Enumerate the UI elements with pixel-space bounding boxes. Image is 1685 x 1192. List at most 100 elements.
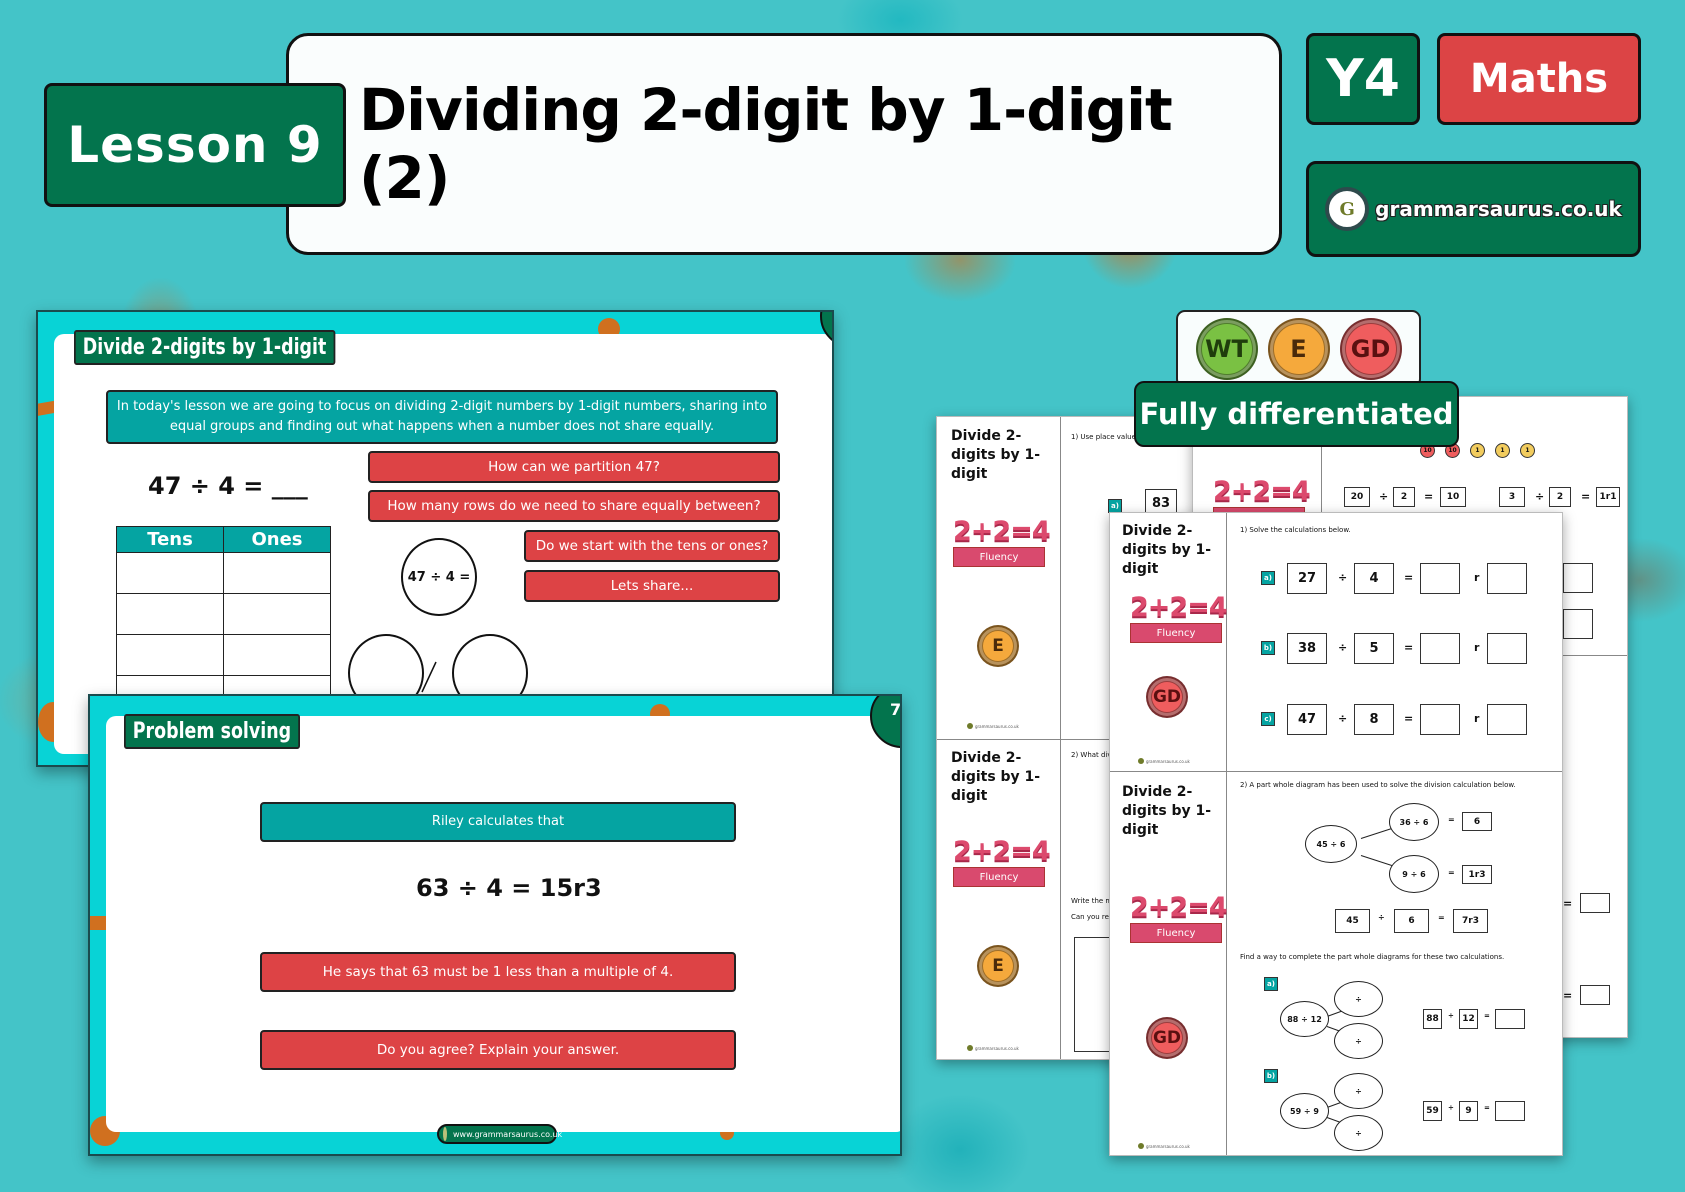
year-group-badge: Y4	[1306, 33, 1420, 125]
differentiation-levels: WT E GD	[1176, 310, 1421, 388]
table-header-ones: Ones	[223, 526, 331, 553]
divisor-box: 8	[1354, 704, 1394, 735]
quotient-box	[1420, 633, 1460, 664]
worksheet-title: Divide 2-digits by 1-digit	[951, 750, 1041, 804]
prompt-tens-or-ones: Do we start with the tens or ones?	[524, 530, 780, 562]
calc-box: 2	[1393, 487, 1415, 507]
example-part-2-answer: 1r3	[1462, 865, 1492, 884]
task-b-whole: 59 ÷ 9	[1280, 1093, 1329, 1129]
answer-box	[1580, 893, 1610, 913]
example-part-1-answer: 6	[1462, 812, 1492, 831]
question-1-text: 1) Solve the calculations below.	[1240, 526, 1351, 534]
write-prompt: Write the m	[1071, 897, 1113, 905]
slide-heading: Divide 2-digits by 1-digit	[74, 330, 336, 365]
task-b-answer	[1495, 1101, 1525, 1121]
lesson-title: Dividing 2-digit by 1-digit (2)	[359, 76, 1173, 212]
example-part-2: 9 ÷ 6	[1389, 855, 1439, 893]
worksheet-footer: grammarsaurus.co.uk	[967, 1045, 1019, 1051]
calc-box: 3	[1499, 487, 1525, 507]
table-header-tens: Tens	[116, 526, 224, 553]
calc-box: 1r1	[1596, 487, 1620, 507]
task-b-part-1: ÷	[1334, 1073, 1383, 1109]
task-a-dividend: 88	[1423, 1009, 1442, 1029]
task-a-part-1: ÷	[1334, 981, 1383, 1017]
grammarsaurus-logo-icon: G	[1325, 187, 1370, 231]
fluency-icon: 2+2=4 Fluency	[953, 837, 1051, 893]
subject-badge: Maths	[1437, 33, 1641, 125]
example-answer: 7r3	[1453, 909, 1488, 933]
worksheet-footer: grammarsaurus.co.uk	[1138, 758, 1190, 764]
level-e-badge: E	[977, 625, 1019, 667]
fluency-icon: 2+2=4 Fluency	[953, 517, 1051, 573]
can-prompt: Can you rep	[1071, 913, 1114, 921]
worksheet-title: Divide 2-digits by 1-digit	[1122, 523, 1212, 577]
table-row	[116, 552, 331, 594]
level-gd-badge: GD	[1146, 1017, 1188, 1059]
quotient-box	[1420, 704, 1460, 735]
task-a-whole: 88 ÷ 12	[1280, 1001, 1329, 1037]
question-box: Do you agree? Explain your answer.	[260, 1030, 736, 1070]
dividend-box: 38	[1287, 633, 1327, 664]
worksheet-title: Divide 2-digits by 1-digit	[951, 428, 1041, 482]
ones-counter: 1	[1520, 443, 1535, 458]
worksheet-front: Divide 2-digits by 1-digit 2+2=4 Fluency…	[1109, 512, 1563, 1156]
answer-box	[1580, 985, 1610, 1005]
site-url[interactable]: grammarsaurus.co.uk	[1375, 197, 1622, 221]
worksheet-title: Divide 2-digits by 1-digit	[1122, 784, 1212, 838]
dividend-box: 47	[1287, 704, 1327, 735]
worksheet-footer: grammarsaurus.co.uk	[1138, 1143, 1190, 1149]
task-a-divisor: 12	[1459, 1009, 1478, 1029]
slide-preview-7: 7 Problem solving Riley calculates that …	[88, 694, 902, 1156]
slide-footer-link[interactable]: www.grammarsaurus.co.uk	[437, 1124, 562, 1144]
task-b-dividend: 59	[1423, 1101, 1442, 1121]
claim-box: He says that 63 must be 1 less than a mu…	[260, 952, 736, 992]
level-gd-badge: GD	[1339, 318, 1402, 380]
place-value-table: Tens Ones	[116, 526, 331, 717]
question-tag: a)	[1108, 499, 1122, 513]
answer-box	[1563, 609, 1593, 639]
quotient-box	[1420, 563, 1460, 594]
remainder-box	[1487, 704, 1527, 735]
lesson-intro-box: In today's lesson we are going to focus …	[106, 390, 778, 444]
prompt-rows: How many rows do we need to share equall…	[368, 490, 780, 522]
fully-differentiated-banner: Fully differentiated	[1134, 381, 1459, 447]
lesson-title-card: Dividing 2-digit by 1-digit (2)	[286, 33, 1282, 255]
table-row	[116, 634, 331, 676]
division-equation: 47 ÷ 4 = ___	[148, 472, 308, 500]
question-2-text: 2) A part whole diagram has been used to…	[1240, 781, 1516, 789]
example-divisor: 6	[1394, 909, 1429, 933]
example-dividend: 45	[1335, 909, 1370, 933]
ones-counter: 1	[1495, 443, 1510, 458]
ones-counter: 1	[1470, 443, 1485, 458]
division-equation: 63 ÷ 4 = 15r3	[416, 874, 602, 902]
calc-box: 20	[1344, 487, 1370, 507]
prompt-partition: How can we partition 47?	[368, 451, 780, 483]
task-instruction: Find a way to complete the part whole di…	[1240, 953, 1505, 961]
level-e-badge: E	[1267, 318, 1330, 380]
level-e-badge: E	[977, 945, 1019, 987]
question-1-text: 1) Use place value c	[1071, 433, 1142, 441]
site-badge[interactable]: G grammarsaurus.co.uk	[1306, 161, 1641, 257]
calc-box: 2	[1549, 487, 1571, 507]
answer-box	[1563, 563, 1593, 593]
question-2-text: 2) What div	[1071, 751, 1112, 759]
part-whole-whole: 47 ÷ 4 =	[401, 538, 477, 616]
divisor-box: 4	[1354, 563, 1394, 594]
statement-box: Riley calculates that	[260, 802, 736, 842]
divisor-box: 5	[1354, 633, 1394, 664]
remainder-box	[1487, 563, 1527, 594]
example-part-1: 36 ÷ 6	[1389, 803, 1439, 841]
fluency-icon: 2+2=4 Fluency	[1130, 593, 1228, 649]
task-a-part-2: ÷	[1334, 1023, 1383, 1059]
calc-box: 10	[1440, 487, 1466, 507]
example-whole: 45 ÷ 6	[1305, 825, 1357, 863]
remainder-box	[1487, 633, 1527, 664]
lesson-number-badge: Lesson 9	[44, 83, 346, 207]
table-row	[116, 593, 331, 635]
task-b-part-2: ÷	[1334, 1115, 1383, 1151]
level-wt-badge: WT	[1195, 318, 1258, 380]
grammarsaurus-logo-icon	[443, 1127, 447, 1141]
slide-heading: Problem solving	[124, 714, 300, 749]
level-gd-badge: GD	[1146, 676, 1188, 718]
task-a-answer	[1495, 1009, 1525, 1029]
